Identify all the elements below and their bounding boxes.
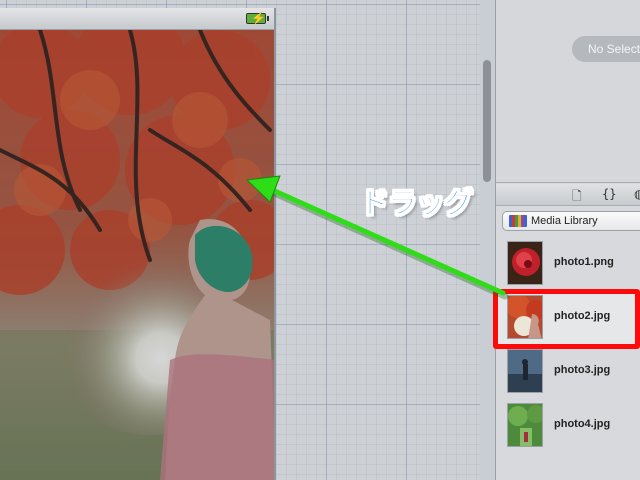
- braces-icon[interactable]: {}: [602, 187, 616, 201]
- no-selection-label: No Selection: [572, 36, 640, 62]
- canvas-scrollbar[interactable]: [483, 60, 491, 182]
- view-controller-preview[interactable]: ⚡: [0, 8, 276, 480]
- thumbnail-green-forest: [507, 403, 543, 447]
- drag-annotation-label: ドラッグ: [359, 186, 473, 221]
- image-view[interactable]: [0, 30, 274, 480]
- media-item[interactable]: photo4.jpg: [496, 398, 640, 452]
- media-item-name: photo3.jpg: [554, 364, 611, 376]
- file-icon[interactable]: 🗋: [572, 187, 582, 208]
- thumbnail-blue-landscape: [507, 349, 543, 393]
- inspector-area: No Selection: [496, 0, 640, 183]
- media-item[interactable]: photo1.png: [496, 236, 640, 290]
- highlight-box: [493, 289, 640, 349]
- battery-charging-icon: ⚡: [246, 11, 269, 25]
- media-item-name: photo4.jpg: [554, 418, 611, 430]
- utilities-panel: No Selection 🗋 {} ◍ Media Library photo1…: [495, 0, 640, 480]
- cube-icon[interactable]: ◍: [634, 187, 640, 201]
- thumbnail-red-rose: [507, 241, 543, 285]
- library-toolbar: 🗋 {} ◍: [496, 184, 640, 206]
- library-selector-label: Media Library: [531, 215, 598, 227]
- status-bar: ⚡: [0, 8, 274, 30]
- autumn-photo: [0, 30, 274, 480]
- media-item[interactable]: photo3.jpg: [496, 344, 640, 398]
- library-selector[interactable]: Media Library: [502, 211, 640, 231]
- media-item-name: photo1.png: [554, 256, 614, 268]
- media-library-icon: [509, 215, 527, 227]
